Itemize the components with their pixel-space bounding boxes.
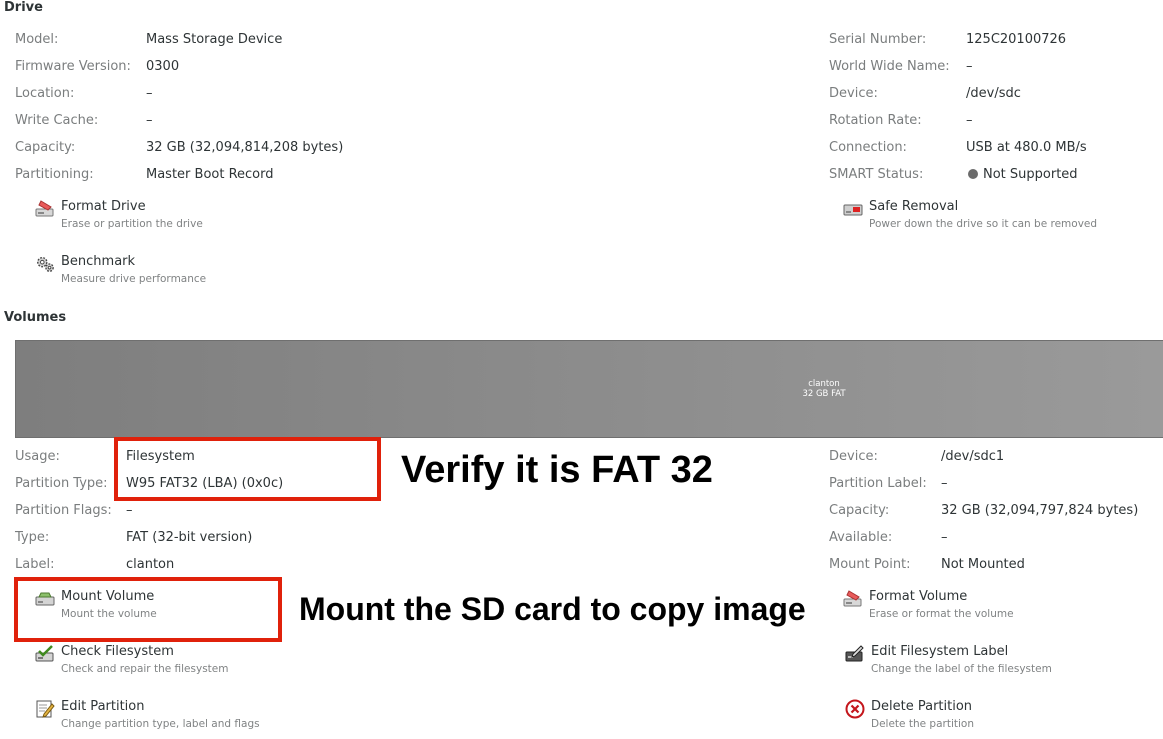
gears-icon: [35, 254, 55, 274]
partitioning-label: Partitioning:: [15, 167, 94, 182]
check-filesystem-subtitle: Check and repair the filesystem: [61, 663, 229, 675]
format-drive-title: Format Drive: [61, 199, 146, 214]
device-label: Device:: [829, 86, 878, 101]
device-value: /dev/sdc: [966, 86, 1021, 101]
vol-capacity-label: Capacity:: [829, 503, 890, 518]
smart-label: SMART Status:: [829, 167, 924, 182]
edit-label-subtitle: Change the label of the filesystem: [871, 663, 1052, 675]
drive-section-title: Drive: [4, 0, 43, 15]
format-drive-subtitle: Erase or partition the drive: [61, 218, 203, 230]
delete-partition-subtitle: Delete the partition: [871, 718, 974, 730]
location-label: Location:: [15, 86, 75, 101]
format-volume-title: Format Volume: [869, 589, 968, 604]
benchmark-title: Benchmark: [61, 254, 136, 269]
format-volume-subtitle: Erase or format the volume: [869, 608, 1014, 620]
partition-label-label: Partition Label:: [829, 476, 927, 491]
vol-device-label: Device:: [829, 449, 878, 464]
volume-partition-bar[interactable]: clanton 32 GB FAT: [15, 340, 1163, 438]
connection-value: USB at 480.0 MB/s: [966, 140, 1087, 155]
benchmark-subtitle: Measure drive performance: [61, 273, 207, 285]
check-filesystem-button[interactable]: Check Filesystem Check and repair the fi…: [35, 644, 228, 677]
partition-type-label: Partition Type:: [15, 476, 108, 491]
format-drive-icon: [35, 199, 55, 219]
mount-annotation: Mount the SD card to copy image: [299, 591, 806, 627]
partitioning-value: Master Boot Record: [146, 167, 274, 182]
model-value: Mass Storage Device: [146, 32, 283, 47]
serial-value: 125C20100726: [966, 32, 1067, 47]
firmware-label: Firmware Version:: [15, 59, 131, 74]
usage-label: Usage:: [15, 449, 60, 464]
safe-removal-title: Safe Removal: [869, 199, 959, 214]
connection-label: Connection:: [829, 140, 907, 155]
edit-label-icon: [845, 644, 865, 664]
rotation-value: –: [966, 113, 973, 128]
vol-capacity-value: 32 GB (32,094,797,824 bytes): [941, 503, 1139, 518]
edit-partition-icon: [35, 699, 55, 719]
format-drive-button[interactable]: Format Drive Erase or partition the driv…: [35, 199, 203, 232]
serial-label: Serial Number:: [829, 32, 927, 47]
mount-callout-box: [14, 577, 282, 642]
write-cache-label: Write Cache:: [15, 113, 99, 128]
eject-drive-icon: [843, 199, 863, 219]
partition-flags-value: –: [126, 503, 133, 518]
volume-bar-detail: 32 GB FAT: [802, 389, 846, 399]
format-volume-button[interactable]: Format Volume Erase or format the volume: [843, 589, 1014, 622]
model-label: Model:: [15, 32, 59, 47]
delete-partition-button[interactable]: Delete Partition Delete the partition: [845, 699, 974, 732]
partition-flags-label: Partition Flags:: [15, 503, 112, 518]
firmware-value: 0300: [146, 59, 180, 74]
label-value: clanton: [126, 557, 175, 572]
type-value: FAT (32-bit version): [126, 530, 253, 545]
check-filesystem-title: Check Filesystem: [61, 644, 174, 659]
capacity-label: Capacity:: [15, 140, 76, 155]
edit-label-title: Edit Filesystem Label: [871, 644, 1009, 659]
vol-device-value: /dev/sdc1: [941, 449, 1005, 464]
available-value: –: [941, 530, 948, 545]
volume-bar-name: clanton: [808, 379, 840, 389]
check-filesystem-icon: [35, 644, 55, 664]
delete-icon: [845, 699, 865, 719]
capacity-value: 32 GB (32,094,814,208 bytes): [146, 140, 344, 155]
edit-partition-subtitle: Change partition type, label and flags: [61, 718, 260, 730]
write-cache-value: –: [146, 113, 153, 128]
verify-annotation: Verify it is FAT 32: [401, 449, 713, 491]
edit-partition-title: Edit Partition: [61, 699, 145, 714]
safe-removal-subtitle: Power down the drive so it can be remove…: [869, 218, 1098, 230]
mount-point-label: Mount Point:: [829, 557, 911, 572]
label-label: Label:: [15, 557, 55, 572]
mount-point-value: Not Mounted: [941, 557, 1025, 572]
delete-partition-title: Delete Partition: [871, 699, 973, 714]
format-volume-icon: [843, 589, 863, 609]
status-dot-icon: [968, 168, 978, 179]
wwn-value: –: [966, 59, 973, 74]
benchmark-button[interactable]: Benchmark Measure drive performance: [35, 254, 206, 287]
wwn-label: World Wide Name:: [829, 59, 950, 74]
available-label: Available:: [829, 530, 893, 545]
smart-status: Not Supported: [968, 167, 1078, 182]
safe-removal-button[interactable]: Safe Removal Power down the drive so it …: [843, 199, 1097, 232]
partition-label-value: –: [941, 476, 948, 491]
type-label: Type:: [15, 530, 50, 545]
rotation-label: Rotation Rate:: [829, 113, 922, 128]
edit-partition-button[interactable]: Edit Partition Change partition type, la…: [35, 699, 260, 732]
smart-value: Not Supported: [983, 167, 1078, 182]
edit-filesystem-label-button[interactable]: Edit Filesystem Label Change the label o…: [845, 644, 1052, 677]
location-value: –: [146, 86, 153, 101]
volumes-section-title: Volumes: [4, 310, 67, 325]
filesystem-callout-box: [114, 437, 381, 501]
